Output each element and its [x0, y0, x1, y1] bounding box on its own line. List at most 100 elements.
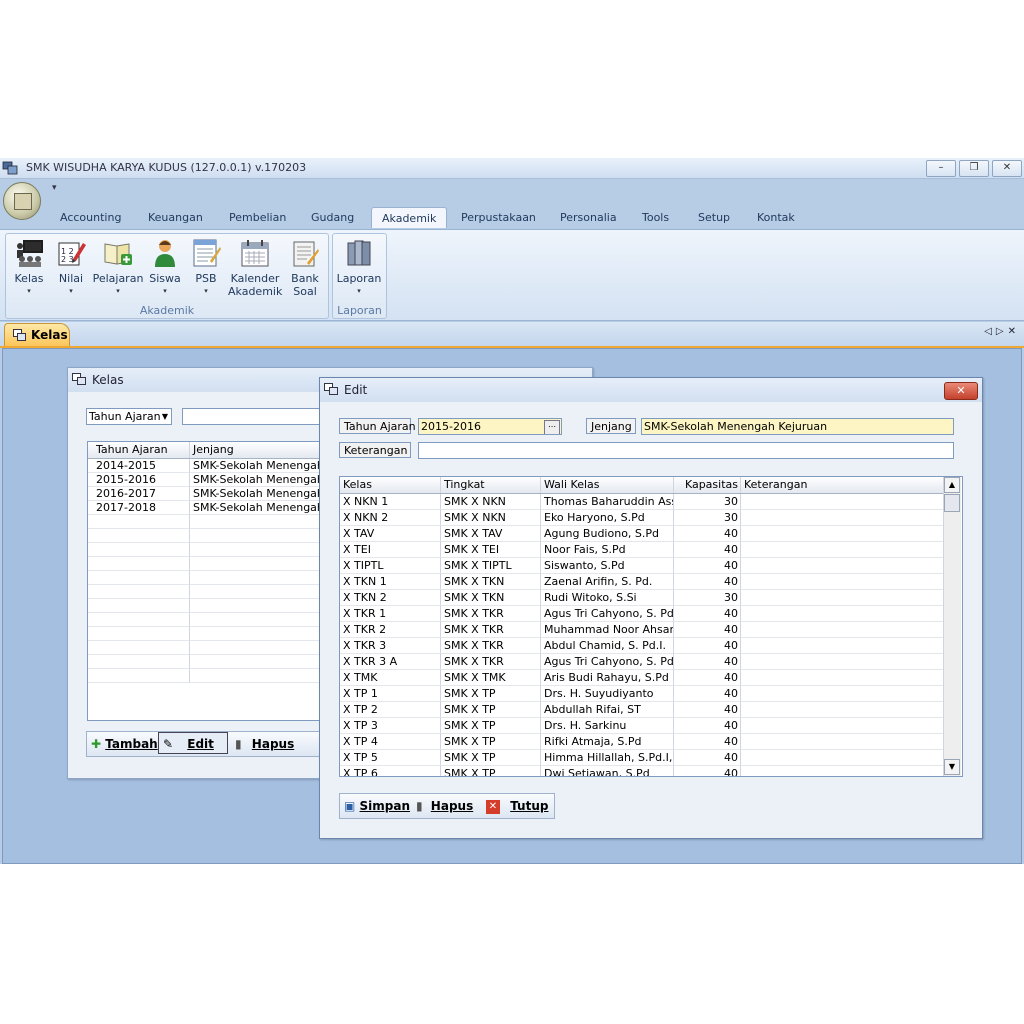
empty-cell[interactable]	[88, 529, 190, 543]
wali-kelas-cell[interactable]: Rifki Atmaja, S.Pd	[541, 734, 674, 750]
wali-kelas-cell[interactable]: Muhammad Noor Ahsan, S	[541, 622, 674, 638]
kelas-cell[interactable]: X TP 1	[340, 686, 441, 702]
tab-tools[interactable]: Tools	[642, 211, 669, 224]
kapasitas-cell[interactable]: 40	[674, 654, 741, 670]
empty-cell[interactable]	[88, 543, 190, 557]
tahun-ajaran-cell[interactable]: 2017-2018	[88, 501, 190, 515]
keterangan-cell[interactable]	[741, 670, 944, 686]
kelas-cell[interactable]: X TKR 1	[340, 606, 441, 622]
empty-cell[interactable]	[190, 571, 328, 585]
kelas-cell[interactable]: X TKR 3	[340, 638, 441, 654]
jenjang-cell[interactable]: SMK-Sekolah Menengah K	[190, 459, 328, 473]
kapasitas-cell[interactable]: 40	[674, 670, 741, 686]
jenjang-cell[interactable]: SMK-Sekolah Menengah K	[190, 473, 328, 487]
kalender-akademik-button[interactable]: Kalender Akademik	[228, 237, 282, 298]
kelas-cell[interactable]: X TP 2	[340, 702, 441, 718]
jenjang-cell[interactable]: SMK-Sekolah Menengah K	[190, 501, 328, 515]
wali-kelas-cell[interactable]: Rudi Witoko, S.Si	[541, 590, 674, 606]
empty-cell[interactable]	[190, 557, 328, 571]
column-header-tingkat[interactable]: Tingkat	[441, 477, 541, 493]
tingkat-cell[interactable]: SMK X TKR	[441, 654, 541, 670]
search-input[interactable]	[182, 408, 332, 425]
wali-kelas-cell[interactable]: Siswanto, S.Pd	[541, 558, 674, 574]
psb-button[interactable]: PSB ▾	[188, 237, 224, 298]
keterangan-cell[interactable]	[741, 750, 944, 766]
tab-keuangan[interactable]: Keuangan	[148, 211, 203, 224]
wali-kelas-cell[interactable]: Himma Hillallah, S.Pd.I, M.F	[541, 750, 674, 766]
tab-perpustakaan[interactable]: Perpustakaan	[461, 211, 536, 224]
bank-soal-button[interactable]: Bank Soal	[286, 237, 324, 298]
tingkat-cell[interactable]: SMK X TP	[441, 750, 541, 766]
empty-cell[interactable]	[88, 515, 190, 529]
wali-kelas-cell[interactable]: Drs. H. Suyudiyanto	[541, 686, 674, 702]
tab-gudang[interactable]: Gudang	[311, 211, 354, 224]
document-tab-kelas[interactable]: Kelas	[4, 323, 70, 346]
empty-cell[interactable]	[88, 585, 190, 599]
tingkat-cell[interactable]: SMK X TIPTL	[441, 558, 541, 574]
empty-cell[interactable]	[190, 585, 328, 599]
siswa-button[interactable]: Siswa ▾	[146, 237, 184, 298]
kapasitas-cell[interactable]: 40	[674, 574, 741, 590]
kelas-cell[interactable]: X TP 3	[340, 718, 441, 734]
empty-cell[interactable]	[88, 599, 190, 613]
kelas-cell[interactable]: X TP 4	[340, 734, 441, 750]
kelas-cell[interactable]: X TKR 2	[340, 622, 441, 638]
kapasitas-cell[interactable]: 30	[674, 494, 741, 510]
tingkat-cell[interactable]: SMK X TP	[441, 766, 541, 776]
keterangan-cell[interactable]	[741, 542, 944, 558]
kapasitas-cell[interactable]: 30	[674, 510, 741, 526]
simpan-button[interactable]: ▣ Simpan	[344, 795, 410, 817]
keterangan-cell[interactable]	[741, 654, 944, 670]
empty-cell[interactable]	[88, 613, 190, 627]
kelas-cell[interactable]: X TEI	[340, 542, 441, 558]
empty-cell[interactable]	[190, 529, 328, 543]
kelas-cell[interactable]: X TKN 1	[340, 574, 441, 590]
tingkat-cell[interactable]: SMK X TKN	[441, 590, 541, 606]
wali-kelas-cell[interactable]: Agung Budiono, S.Pd	[541, 526, 674, 542]
tingkat-cell[interactable]: SMK X NKN	[441, 494, 541, 510]
nilai-button[interactable]: 1 2 2 3 Nilai ▾	[52, 237, 90, 298]
document-tab-navigation[interactable]: ◁▷✕	[984, 326, 1020, 337]
tambah-button[interactable]: ✚ Tambah	[91, 733, 158, 755]
kapasitas-cell[interactable]: 40	[674, 750, 741, 766]
tab-akademik[interactable]: Akademik	[371, 207, 448, 228]
kelas-cell[interactable]: X TP 5	[340, 750, 441, 766]
keterangan-cell[interactable]	[741, 702, 944, 718]
keterangan-cell[interactable]	[741, 558, 944, 574]
column-header-kapasitas[interactable]: Kapasitas	[674, 477, 741, 493]
column-header-kelas[interactable]: Kelas	[340, 477, 441, 493]
tab-setup[interactable]: Setup	[698, 211, 730, 224]
wali-kelas-cell[interactable]: Aris Budi Rahayu, S.Pd	[541, 670, 674, 686]
tingkat-cell[interactable]: SMK X TP	[441, 702, 541, 718]
wali-kelas-cell[interactable]: Agus Tri Cahyono, S. Pd.	[541, 606, 674, 622]
kelas-cell[interactable]: X TMK	[340, 670, 441, 686]
keterangan-cell[interactable]	[741, 766, 944, 776]
kapasitas-cell[interactable]: 40	[674, 526, 741, 542]
kapasitas-cell[interactable]: 40	[674, 606, 741, 622]
kapasitas-cell[interactable]: 40	[674, 638, 741, 654]
column-header-jenjang[interactable]: Jenjang	[190, 442, 328, 458]
laporan-button[interactable]: Laporan ▾	[336, 237, 382, 298]
tingkat-cell[interactable]: SMK X TP	[441, 686, 541, 702]
scroll-down-icon[interactable]: ▼	[944, 759, 960, 775]
column-header-tahun-ajaran[interactable]: Tahun Ajaran	[88, 442, 190, 458]
empty-cell[interactable]	[190, 599, 328, 613]
tahun-ajaran-field[interactable]: 2015-2016 ⋯	[418, 418, 562, 435]
pelajaran-button[interactable]: Pelajaran ▾	[92, 237, 144, 298]
minimize-button[interactable]: –	[926, 160, 956, 177]
tab-pembelian[interactable]: Pembelian	[229, 211, 286, 224]
tab-kontak[interactable]: Kontak	[757, 211, 795, 224]
jenjang-field[interactable]: SMK-Sekolah Menengah Kejuruan	[641, 418, 954, 435]
keterangan-cell[interactable]	[741, 734, 944, 750]
tingkat-cell[interactable]: SMK X TEI	[441, 542, 541, 558]
empty-cell[interactable]	[88, 669, 190, 683]
keterangan-cell[interactable]	[741, 638, 944, 654]
lookup-button-icon[interactable]: ⋯	[544, 420, 560, 434]
empty-cell[interactable]	[88, 571, 190, 585]
wali-kelas-cell[interactable]: Thomas Baharuddin Assya	[541, 494, 674, 510]
empty-cell[interactable]	[190, 543, 328, 557]
tahun-ajaran-cell[interactable]: 2016-2017	[88, 487, 190, 501]
kapasitas-cell[interactable]: 40	[674, 542, 741, 558]
kelas-cell[interactable]: X TIPTL	[340, 558, 441, 574]
tingkat-cell[interactable]: SMK X NKN	[441, 510, 541, 526]
